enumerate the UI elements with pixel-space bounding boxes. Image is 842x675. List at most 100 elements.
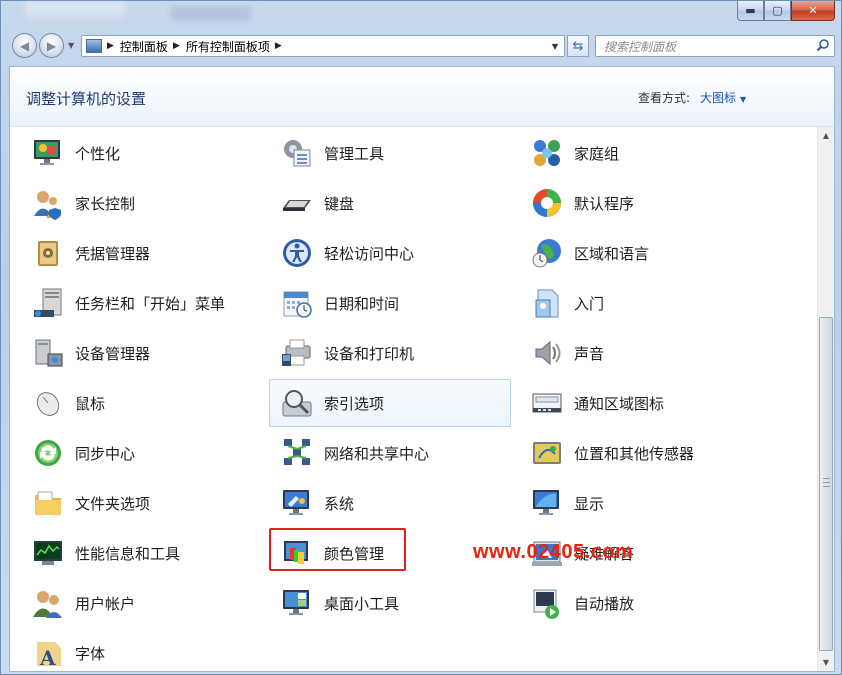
recent-pages-dropdown[interactable]: ▼ xyxy=(68,41,74,50)
item-label: 性能信息和工具 xyxy=(75,544,181,563)
address-bar[interactable]: ▶ 控制面板 ▶ 所有控制面板项 ▶ ▼ xyxy=(81,35,565,57)
item-label: 显示 xyxy=(574,494,605,513)
item-label: 位置和其他传感器 xyxy=(574,444,695,463)
item-label: 键盘 xyxy=(324,194,355,213)
control-panel-item[interactable]: 家庭组 xyxy=(519,129,751,177)
control-panel-item[interactable]: 轻松访问中心 xyxy=(269,229,511,277)
item-label: 设备和打印机 xyxy=(324,344,415,363)
mouse-icon xyxy=(31,386,65,420)
item-label: 用户帐户 xyxy=(75,594,136,613)
region-language-icon xyxy=(530,236,564,270)
scroll-up-icon[interactable]: ▲ xyxy=(818,127,834,144)
control-panel-item[interactable]: A 字体 xyxy=(20,629,252,675)
item-label: 索引选项 xyxy=(324,394,385,413)
devices-printers-icon xyxy=(280,336,314,370)
desktop-gadgets-icon xyxy=(280,586,314,620)
control-panel-item[interactable]: 家长控制 xyxy=(20,179,252,227)
view-by-label: 查看方式: xyxy=(638,91,691,105)
admin-tools-icon xyxy=(280,136,314,170)
performance-icon xyxy=(31,536,65,570)
item-label: 入门 xyxy=(574,294,605,313)
back-button[interactable]: ◀ xyxy=(12,33,37,58)
search-icon[interactable] xyxy=(816,38,830,52)
item-label: 网络和共享中心 xyxy=(324,444,430,463)
caption-buttons: ▬ ▢ ✕ xyxy=(737,1,835,21)
indexing-options-icon xyxy=(280,386,314,420)
date-time-icon xyxy=(280,286,314,320)
breadcrumb-separator-icon[interactable]: ▶ xyxy=(107,41,114,51)
arrow-left-icon: ◀ xyxy=(19,38,30,53)
item-label: 声音 xyxy=(574,344,605,363)
maximize-button[interactable]: ▢ xyxy=(764,1,791,21)
title-blur-2 xyxy=(171,7,251,21)
network-sharing-icon xyxy=(280,436,314,470)
item-label: 默认程序 xyxy=(574,194,635,213)
control-panel-item[interactable]: 通知区域图标 xyxy=(519,379,751,427)
control-panel-item[interactable]: 用户帐户 xyxy=(20,579,252,627)
window-frame: ▬ ▢ ✕ ◀ ▶ ▼ ▶ 控制面板 ▶ 所有控制面板项 ▶ ▼ ⇆ 搜索控制面… xyxy=(0,0,842,675)
refresh-button[interactable]: ⇆ xyxy=(567,35,589,57)
control-panel-item[interactable]: 区域和语言 xyxy=(519,229,751,277)
item-label: 家庭组 xyxy=(574,144,620,163)
close-button[interactable]: ✕ xyxy=(791,1,835,21)
control-panel-item[interactable]: 声音 xyxy=(519,329,751,377)
highlight-box xyxy=(269,528,406,571)
control-panel-item[interactable]: 索引选项 xyxy=(269,379,511,427)
item-label: 管理工具 xyxy=(324,144,385,163)
item-label: 系统 xyxy=(324,494,355,513)
view-by-dropdown[interactable]: 大图标 ▼ xyxy=(700,89,746,106)
scroll-thumb[interactable] xyxy=(819,317,833,651)
breadcrumb-all-items[interactable]: 所有控制面板项 xyxy=(186,38,270,55)
personalization-icon xyxy=(31,136,65,170)
item-label: 桌面小工具 xyxy=(324,594,400,613)
sync-center-icon xyxy=(31,436,65,470)
arrow-right-icon: ▶ xyxy=(46,38,57,53)
control-panel-item[interactable]: 默认程序 xyxy=(519,179,751,227)
minimize-button[interactable]: ▬ xyxy=(737,1,764,21)
control-panel-item[interactable]: 鼠标 xyxy=(20,379,252,427)
control-panel-item[interactable]: 设备和打印机 xyxy=(269,329,511,377)
item-label: 区域和语言 xyxy=(574,244,650,263)
user-accounts-icon xyxy=(31,586,65,620)
search-input[interactable]: 搜索控制面板 xyxy=(595,35,835,57)
control-panel-item[interactable]: 同步中心 xyxy=(20,429,252,477)
control-panel-item[interactable]: 桌面小工具 xyxy=(269,579,511,627)
control-panel-item[interactable]: 任务栏和「开始」菜单 xyxy=(20,279,252,327)
autoplay-icon xyxy=(530,586,564,620)
control-panel-item[interactable]: 日期和时间 xyxy=(269,279,511,327)
taskbar-icon xyxy=(31,286,65,320)
control-panel-item[interactable]: 键盘 xyxy=(269,179,511,227)
control-panel-item[interactable]: 个性化 xyxy=(20,129,252,177)
control-panel-item[interactable]: 管理工具 xyxy=(269,129,511,177)
folder-options-icon xyxy=(31,486,65,520)
item-label: 鼠标 xyxy=(75,394,106,413)
item-label: 文件夹选项 xyxy=(75,494,151,513)
control-panel-item[interactable]: 凭据管理器 xyxy=(20,229,252,277)
control-panel-item[interactable]: 自动播放 xyxy=(519,579,751,627)
control-panel-item[interactable]: 文件夹选项 xyxy=(20,479,252,527)
breadcrumb-separator-icon[interactable]: ▶ xyxy=(275,41,282,51)
control-panel-item[interactable]: 设备管理器 xyxy=(20,329,252,377)
default-programs-icon xyxy=(530,186,564,220)
credential-manager-icon xyxy=(31,236,65,270)
control-panel-item[interactable]: 入门 xyxy=(519,279,751,327)
forward-button[interactable]: ▶ xyxy=(39,33,64,58)
keyboard-icon xyxy=(280,186,314,220)
control-panel-item[interactable]: 显示 xyxy=(519,479,751,527)
svg-text:A: A xyxy=(39,646,56,670)
breadcrumb-separator-icon[interactable]: ▶ xyxy=(173,41,180,51)
control-panel-item[interactable]: 系统 xyxy=(269,479,511,527)
scroll-down-icon[interactable]: ▼ xyxy=(818,654,834,671)
item-label: 字体 xyxy=(75,644,106,663)
item-label: 通知区域图标 xyxy=(574,394,665,413)
control-panel-item[interactable]: 性能信息和工具 xyxy=(20,529,252,577)
vertical-scrollbar[interactable]: ▲ ▼ xyxy=(817,127,834,671)
getting-started-icon xyxy=(530,286,564,320)
device-manager-icon xyxy=(31,336,65,370)
control-panel-icon xyxy=(86,39,102,53)
breadcrumb-control-panel[interactable]: 控制面板 xyxy=(120,38,168,55)
control-panel-item[interactable]: 位置和其他传感器 xyxy=(519,429,751,477)
title-blur xyxy=(25,3,125,29)
address-dropdown-icon[interactable]: ▼ xyxy=(552,42,558,51)
control-panel-item[interactable]: 网络和共享中心 xyxy=(269,429,511,477)
